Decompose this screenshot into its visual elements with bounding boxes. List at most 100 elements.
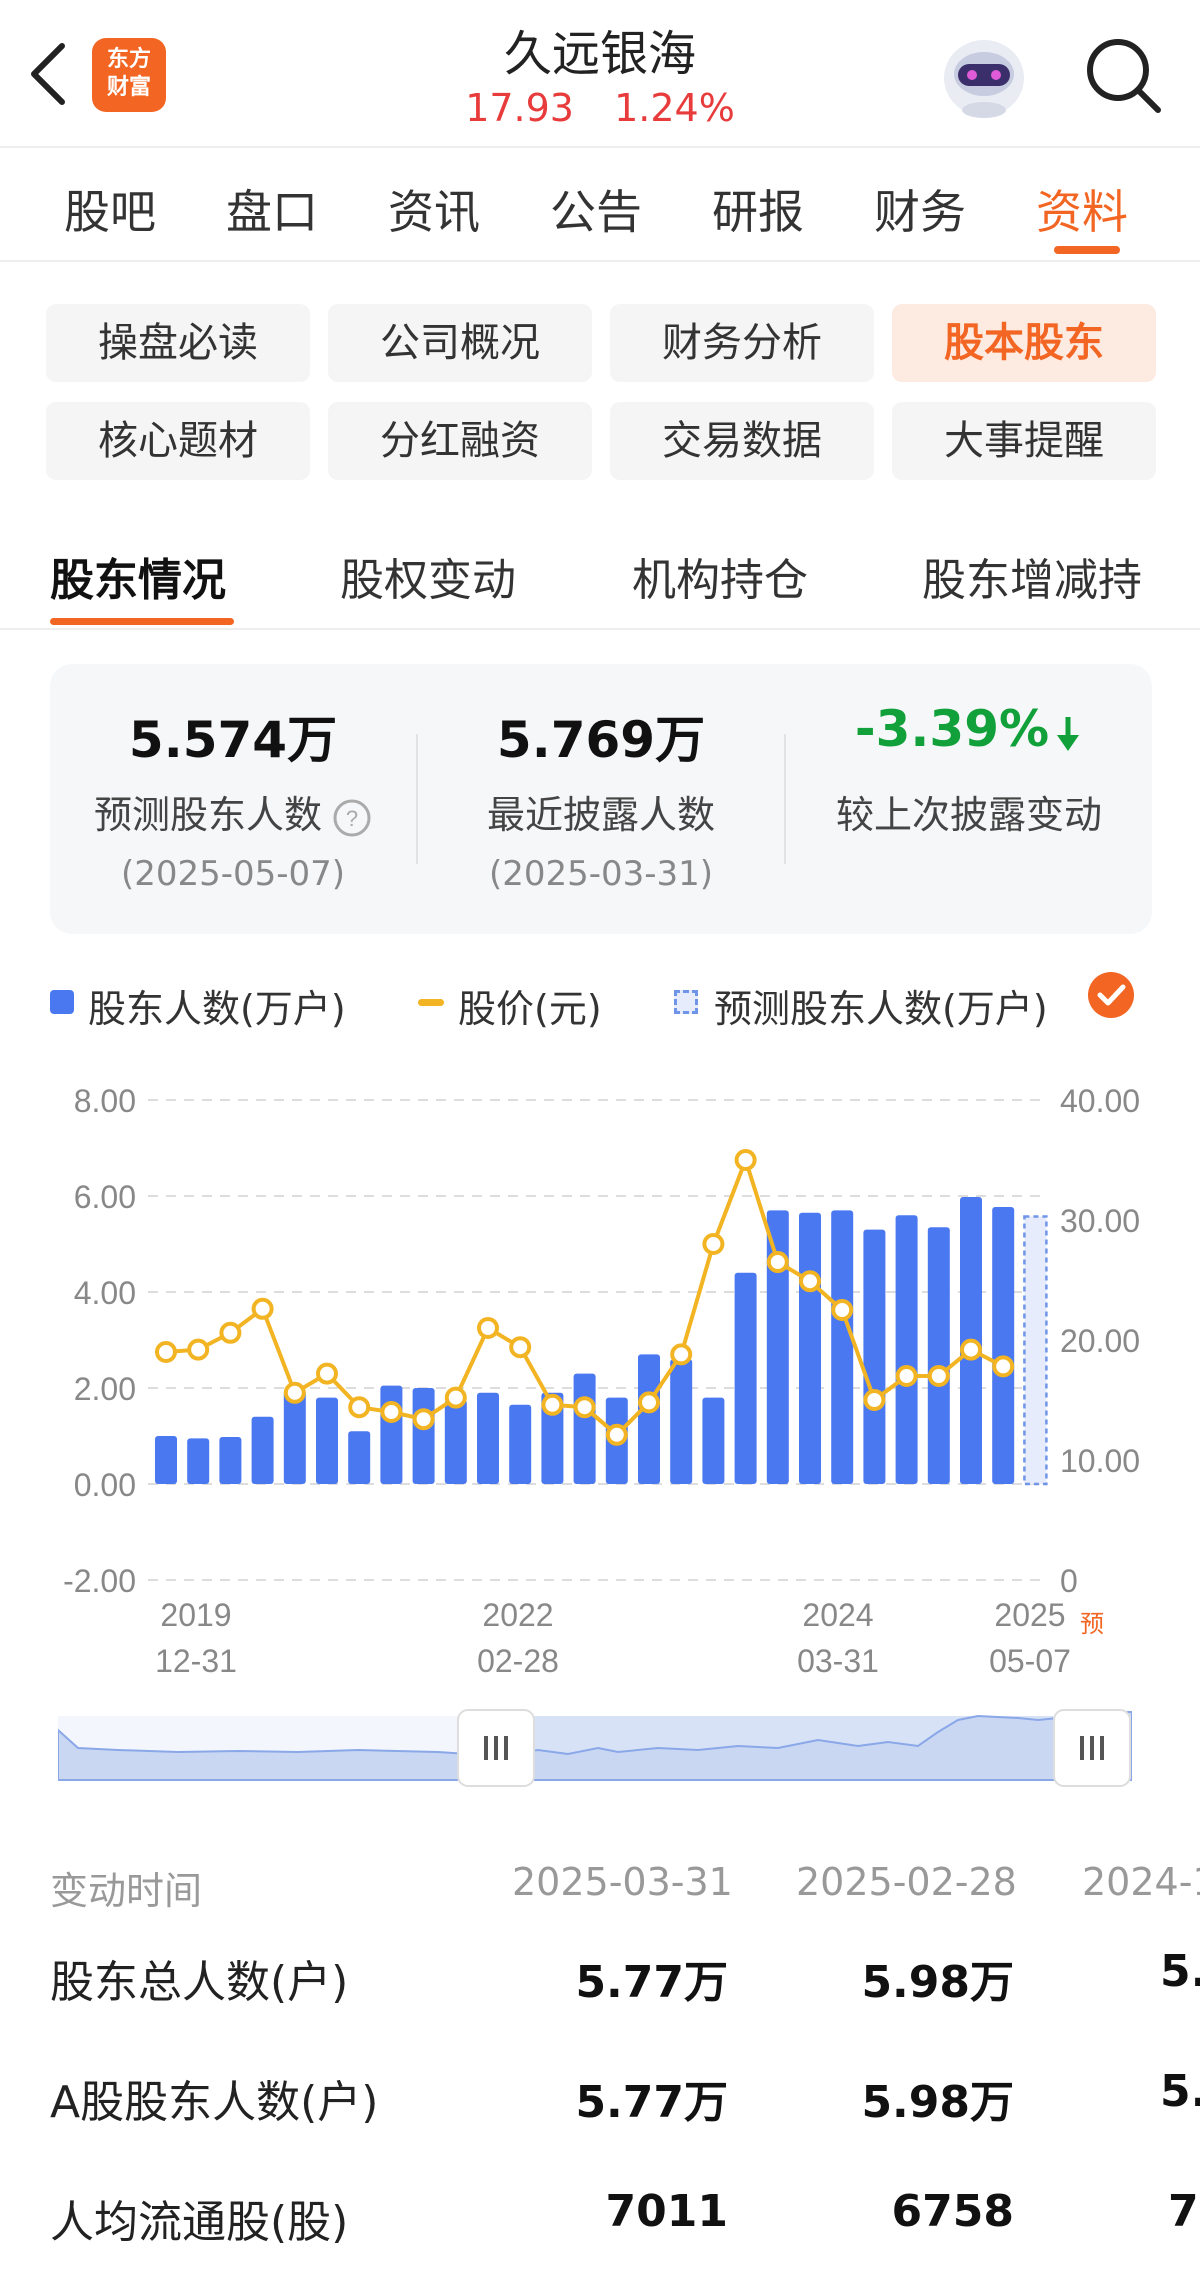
table-header-label: 变动时间 bbox=[50, 1869, 203, 1913]
legend-holders-label: 股东人数(万户) bbox=[88, 987, 346, 1031]
row-avg-float-shares-label: 人均流通股(股) bbox=[50, 2197, 349, 2248]
price-point bbox=[638, 1391, 660, 1414]
holder-change-value: -3.39% bbox=[786, 700, 1152, 758]
price-point bbox=[509, 1336, 532, 1359]
price-point bbox=[155, 1341, 177, 1363]
tab-announcements[interactable]: 公告 bbox=[550, 176, 642, 242]
legend-predicted-swatch bbox=[674, 990, 698, 1014]
price-point bbox=[960, 1338, 982, 1361]
chip-core-themes[interactable]: 核心题材 bbox=[46, 402, 310, 480]
chip-dividend-financing[interactable]: 分红融资 bbox=[328, 402, 592, 480]
x-axis-tick-year: 2025 bbox=[994, 1597, 1065, 1633]
holders-bar bbox=[251, 1416, 274, 1484]
check-icon[interactable] bbox=[1086, 970, 1136, 1020]
summary-change: -3.39% 较上次披露变动 bbox=[786, 664, 1152, 934]
chart-legend: 股东人数(万户) 股价(元) 预测股东人数(万户) bbox=[50, 970, 1150, 1040]
price-point bbox=[831, 1299, 854, 1321]
price-point bbox=[380, 1401, 403, 1423]
tab-news[interactable]: 资讯 bbox=[388, 176, 480, 242]
x-axis-tick-year: 2022 bbox=[482, 1597, 553, 1633]
legend-price-label: 股价(元) bbox=[458, 987, 602, 1031]
price-point bbox=[766, 1251, 789, 1273]
holders-bar bbox=[670, 1359, 693, 1484]
chip-event-reminders[interactable]: 大事提醒 bbox=[892, 402, 1156, 480]
holders-bar bbox=[863, 1229, 886, 1484]
latest-holders-label: 最近披露人数 bbox=[486, 793, 715, 837]
price-point bbox=[187, 1338, 210, 1361]
holders-bar bbox=[348, 1431, 371, 1484]
price-point bbox=[283, 1381, 306, 1404]
holders-bar bbox=[992, 1207, 1015, 1484]
chart-range-navigator[interactable] bbox=[58, 1706, 1132, 1792]
price-point bbox=[734, 1149, 757, 1171]
holders-bar bbox=[638, 1354, 660, 1484]
table-header-date: 2025-02-28 bbox=[796, 1860, 1017, 1904]
price-point bbox=[444, 1386, 467, 1409]
tab-finance[interactable]: 财务 bbox=[874, 176, 966, 242]
robot-assistant-icon[interactable] bbox=[936, 30, 1032, 120]
table-cell: 5.77万 bbox=[575, 2077, 728, 2128]
holders-bar bbox=[380, 1385, 403, 1484]
predicted-holders-label: 预测股东人数 ? bbox=[50, 784, 416, 839]
holders-bar bbox=[316, 1397, 338, 1484]
holders-bar bbox=[477, 1392, 499, 1484]
subtab-holder-status[interactable]: 股东情况 bbox=[50, 544, 226, 608]
chip-share-capital-holders[interactable]: 股本股东 bbox=[892, 304, 1156, 382]
legend-predicted[interactable]: 预测股东人数(万户) bbox=[674, 978, 1048, 1033]
right-axis-tick-label: 10.00 bbox=[1060, 1443, 1140, 1479]
predicted-holders-bar bbox=[1023, 1215, 1048, 1486]
summary-latest: 5.769万 最近披露人数 (2025-03-31) bbox=[418, 664, 784, 934]
holder-change-text: -3.39% bbox=[854, 700, 1050, 758]
table-cell: 5.98万 bbox=[861, 1957, 1014, 2008]
table-header-date: 2025-03-31 bbox=[512, 1860, 733, 1904]
left-axis-tick-label: 8.00 bbox=[74, 1083, 136, 1119]
legend-holders[interactable]: 股东人数(万户) bbox=[50, 978, 346, 1033]
legend-price[interactable]: 股价(元) bbox=[418, 978, 602, 1033]
legend-holders-swatch bbox=[50, 990, 74, 1014]
legend-predicted-label: 预测股东人数(万户) bbox=[714, 987, 1048, 1031]
price-point bbox=[573, 1396, 596, 1419]
chip-trading-must-read[interactable]: 操盘必读 bbox=[46, 304, 310, 382]
holders-bar bbox=[831, 1210, 854, 1484]
top-bar: 东方 财富 久远银海 17.93 1.24% bbox=[0, 0, 1200, 148]
table-header-date: 2024-1 bbox=[1082, 1860, 1200, 1904]
holders-bar bbox=[444, 1400, 467, 1484]
right-axis-tick-label: 20.00 bbox=[1060, 1323, 1140, 1359]
table-cell: 6758 bbox=[891, 2186, 1014, 2237]
holders-bar bbox=[187, 1438, 210, 1484]
holders-bar bbox=[799, 1212, 821, 1484]
price-point bbox=[251, 1297, 274, 1320]
table-cell: 7011 bbox=[605, 2186, 728, 2237]
help-icon[interactable]: ? bbox=[332, 798, 372, 838]
holder-change-label: 较上次披露变动 bbox=[835, 793, 1102, 837]
price-point bbox=[992, 1355, 1015, 1378]
chip-financial-analysis[interactable]: 财务分析 bbox=[610, 304, 874, 382]
price-point bbox=[863, 1389, 886, 1411]
holders-bar bbox=[412, 1388, 435, 1484]
left-axis-tick-label: 0.00 bbox=[74, 1467, 136, 1503]
row-total-holders-label: 股东总人数(户) bbox=[50, 1957, 349, 2008]
x-axis-tick-year: 2019 bbox=[160, 1597, 231, 1633]
svg-text:?: ? bbox=[346, 806, 358, 831]
subtab-institution-holdings[interactable]: 机构持仓 bbox=[632, 544, 808, 608]
subtab-holder-increase-decrease[interactable]: 股东增减持 bbox=[922, 544, 1142, 608]
price-point bbox=[927, 1365, 950, 1387]
tab-profile[interactable]: 资料 bbox=[1036, 176, 1128, 242]
table-cell: 5. bbox=[1160, 1946, 1200, 1997]
tab-guba[interactable]: 股吧 bbox=[64, 176, 156, 242]
left-axis-tick-label: 6.00 bbox=[74, 1179, 136, 1215]
price-point bbox=[670, 1343, 693, 1366]
table-cell: 5.77万 bbox=[575, 1957, 728, 2008]
price-point bbox=[348, 1396, 371, 1419]
x-axis-tick-date: 03-31 bbox=[797, 1643, 879, 1679]
sub-tab-bar: 股东情况 股权变动 机构持仓 股东增减持 bbox=[0, 520, 1200, 630]
tab-research[interactable]: 研报 bbox=[712, 176, 804, 242]
right-axis-tick-label: 0 bbox=[1060, 1563, 1078, 1599]
holders-bar bbox=[509, 1404, 532, 1484]
stock-price: 17.93 bbox=[465, 86, 574, 130]
search-icon[interactable] bbox=[1082, 34, 1164, 116]
chip-company-overview[interactable]: 公司概况 bbox=[328, 304, 592, 382]
tab-pankou[interactable]: 盘口 bbox=[226, 176, 318, 242]
chip-trading-data[interactable]: 交易数据 bbox=[610, 402, 874, 480]
subtab-equity-changes[interactable]: 股权变动 bbox=[340, 544, 516, 608]
